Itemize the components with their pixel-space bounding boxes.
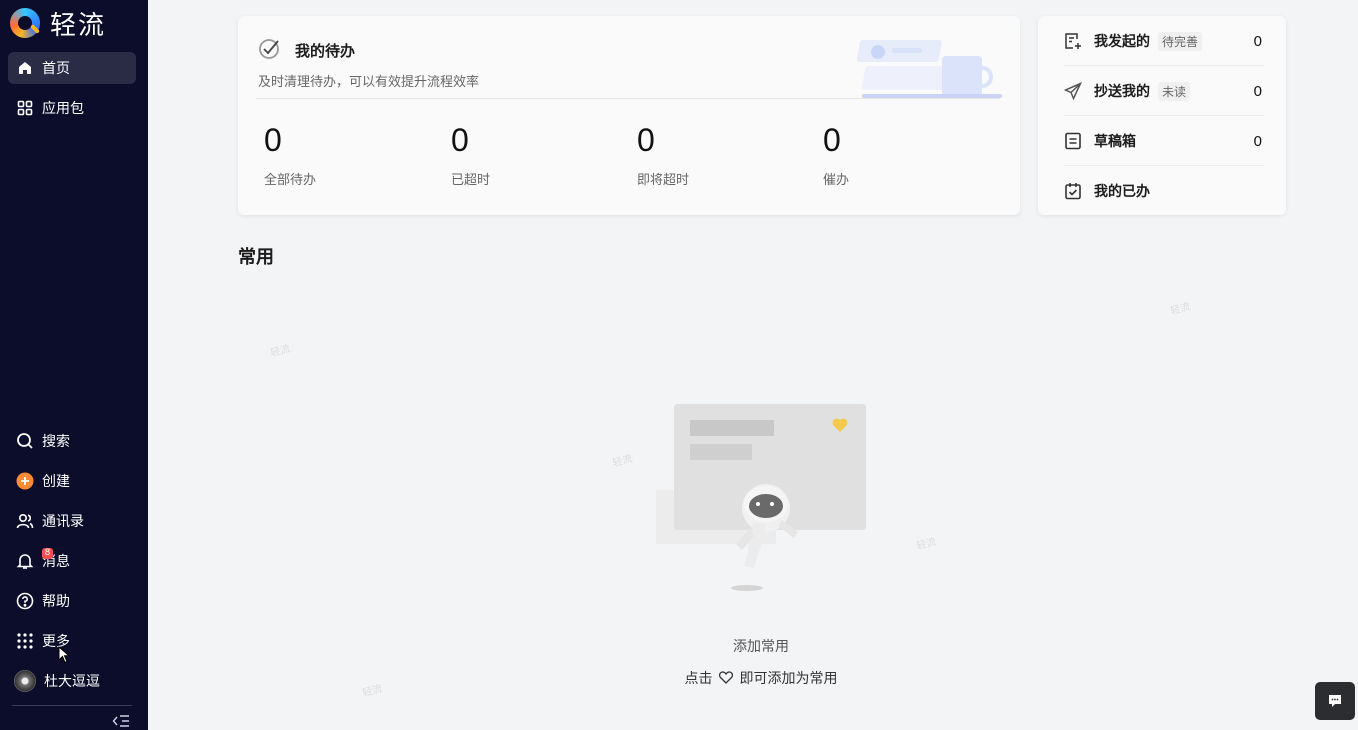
mouse-cursor-icon: [58, 646, 70, 664]
sidebar-item-home[interactable]: 首页: [8, 52, 136, 84]
sidebar-item-label: 通讯录: [42, 514, 84, 530]
shortcut-tag: 未读: [1158, 81, 1191, 101]
shortcut-label: 抄送我的: [1094, 84, 1150, 100]
contacts-icon: [16, 512, 34, 530]
shortcut-drafts[interactable]: 草稿箱 0: [1064, 116, 1264, 166]
app-name: 轻流: [50, 10, 107, 41]
section-title-common: 常用: [238, 247, 274, 268]
shortcut-count: 0: [1253, 82, 1262, 100]
sidebar-item-app-packages[interactable]: 应用包: [8, 92, 136, 124]
shortcut-count: 0: [1253, 32, 1262, 50]
stat-label: 已超时: [451, 173, 491, 188]
process-shortcuts-card: 我发起的 待完善 0 抄送我的 未读 0 草稿箱 0 我的已办: [1038, 16, 1286, 215]
shortcut-done[interactable]: 我的已办: [1064, 166, 1264, 216]
shortcut-count: 0: [1253, 132, 1262, 150]
sidebar-item-help[interactable]: 帮助: [8, 585, 136, 617]
shortcut-cc-me[interactable]: 抄送我的 未读 0: [1064, 66, 1264, 116]
shortcut-tag: 待完善: [1158, 31, 1203, 51]
sidebar-item-create[interactable]: 创建: [8, 465, 136, 497]
stat-label: 全部待办: [264, 173, 317, 188]
logo-icon: [10, 8, 40, 38]
chat-button[interactable]: [1315, 682, 1355, 720]
calendar-check-icon: [1064, 182, 1082, 200]
shortcut-initiated[interactable]: 我发起的 待完善 0: [1064, 16, 1264, 66]
stat-all-todo[interactable]: 0 全部待办: [264, 122, 316, 188]
shortcut-label: 草稿箱: [1094, 134, 1136, 150]
sidebar-divider: [12, 705, 132, 706]
todo-subtitle: 及时清理待办，可以有效提升流程效率: [258, 75, 480, 90]
todo-title: 我的待办: [295, 42, 356, 60]
sidebar-item-label: 创建: [42, 474, 70, 490]
draft-icon: [1064, 132, 1082, 150]
app-logo[interactable]: 轻流: [10, 6, 107, 41]
apps-icon: [16, 632, 34, 650]
sidebar-item-label: 首页: [42, 61, 70, 77]
home-icon: [16, 59, 34, 77]
user-name: 杜大逗逗: [44, 674, 100, 690]
collapse-icon[interactable]: [112, 714, 130, 728]
stat-value: 0: [264, 122, 282, 158]
bell-icon: 8: [16, 548, 53, 570]
empty-state: 添加常用 点击 即可添加为常用: [578, 0, 944, 730]
stat-overdue[interactable]: 0 已超时: [451, 122, 490, 188]
stat-value: 0: [451, 122, 469, 158]
sidebar-item-search[interactable]: 搜索: [8, 425, 136, 457]
watermark: 轻流: [1169, 301, 1192, 318]
sidebar-item-more[interactable]: 更多: [8, 625, 136, 657]
search-icon: [16, 432, 34, 450]
watermark: 轻流: [269, 343, 292, 360]
empty-state-title: 添加常用: [733, 639, 789, 655]
sidebar-item-label: 搜索: [42, 434, 70, 450]
sidebar-item-label: 应用包: [42, 101, 84, 117]
doc-plus-icon: [1064, 32, 1082, 50]
send-icon: [1064, 82, 1082, 100]
plus-circle-icon: [16, 472, 34, 490]
chat-icon: [1329, 695, 1341, 707]
shortcut-label: 我发起的: [1094, 34, 1150, 50]
empty-state-hint: 点击 即可添加为常用: [578, 668, 944, 688]
grid-icon: [16, 99, 34, 117]
sidebar-item-contacts[interactable]: 通讯录: [8, 505, 136, 537]
shortcut-label: 我的已办: [1094, 184, 1150, 200]
heart-icon: [718, 671, 734, 684]
help-icon: [16, 592, 34, 610]
sidebar: 轻流 首页 应用包 搜索 创建 通讯录 8 消息 帮助 更多 杜大逗逗: [0, 0, 148, 730]
check-icon: [259, 39, 279, 59]
empty-hint-suffix: 即可添加为常用: [739, 671, 838, 687]
sidebar-user[interactable]: 杜大逗逗: [8, 665, 136, 697]
empty-hint-prefix: 点击: [684, 671, 713, 687]
avatar: [14, 670, 36, 692]
sidebar-item-label: 帮助: [42, 594, 70, 610]
watermark: 轻流: [361, 683, 384, 700]
sidebar-item-messages[interactable]: 8 消息: [8, 545, 136, 577]
message-count-badge: 8: [42, 548, 53, 559]
